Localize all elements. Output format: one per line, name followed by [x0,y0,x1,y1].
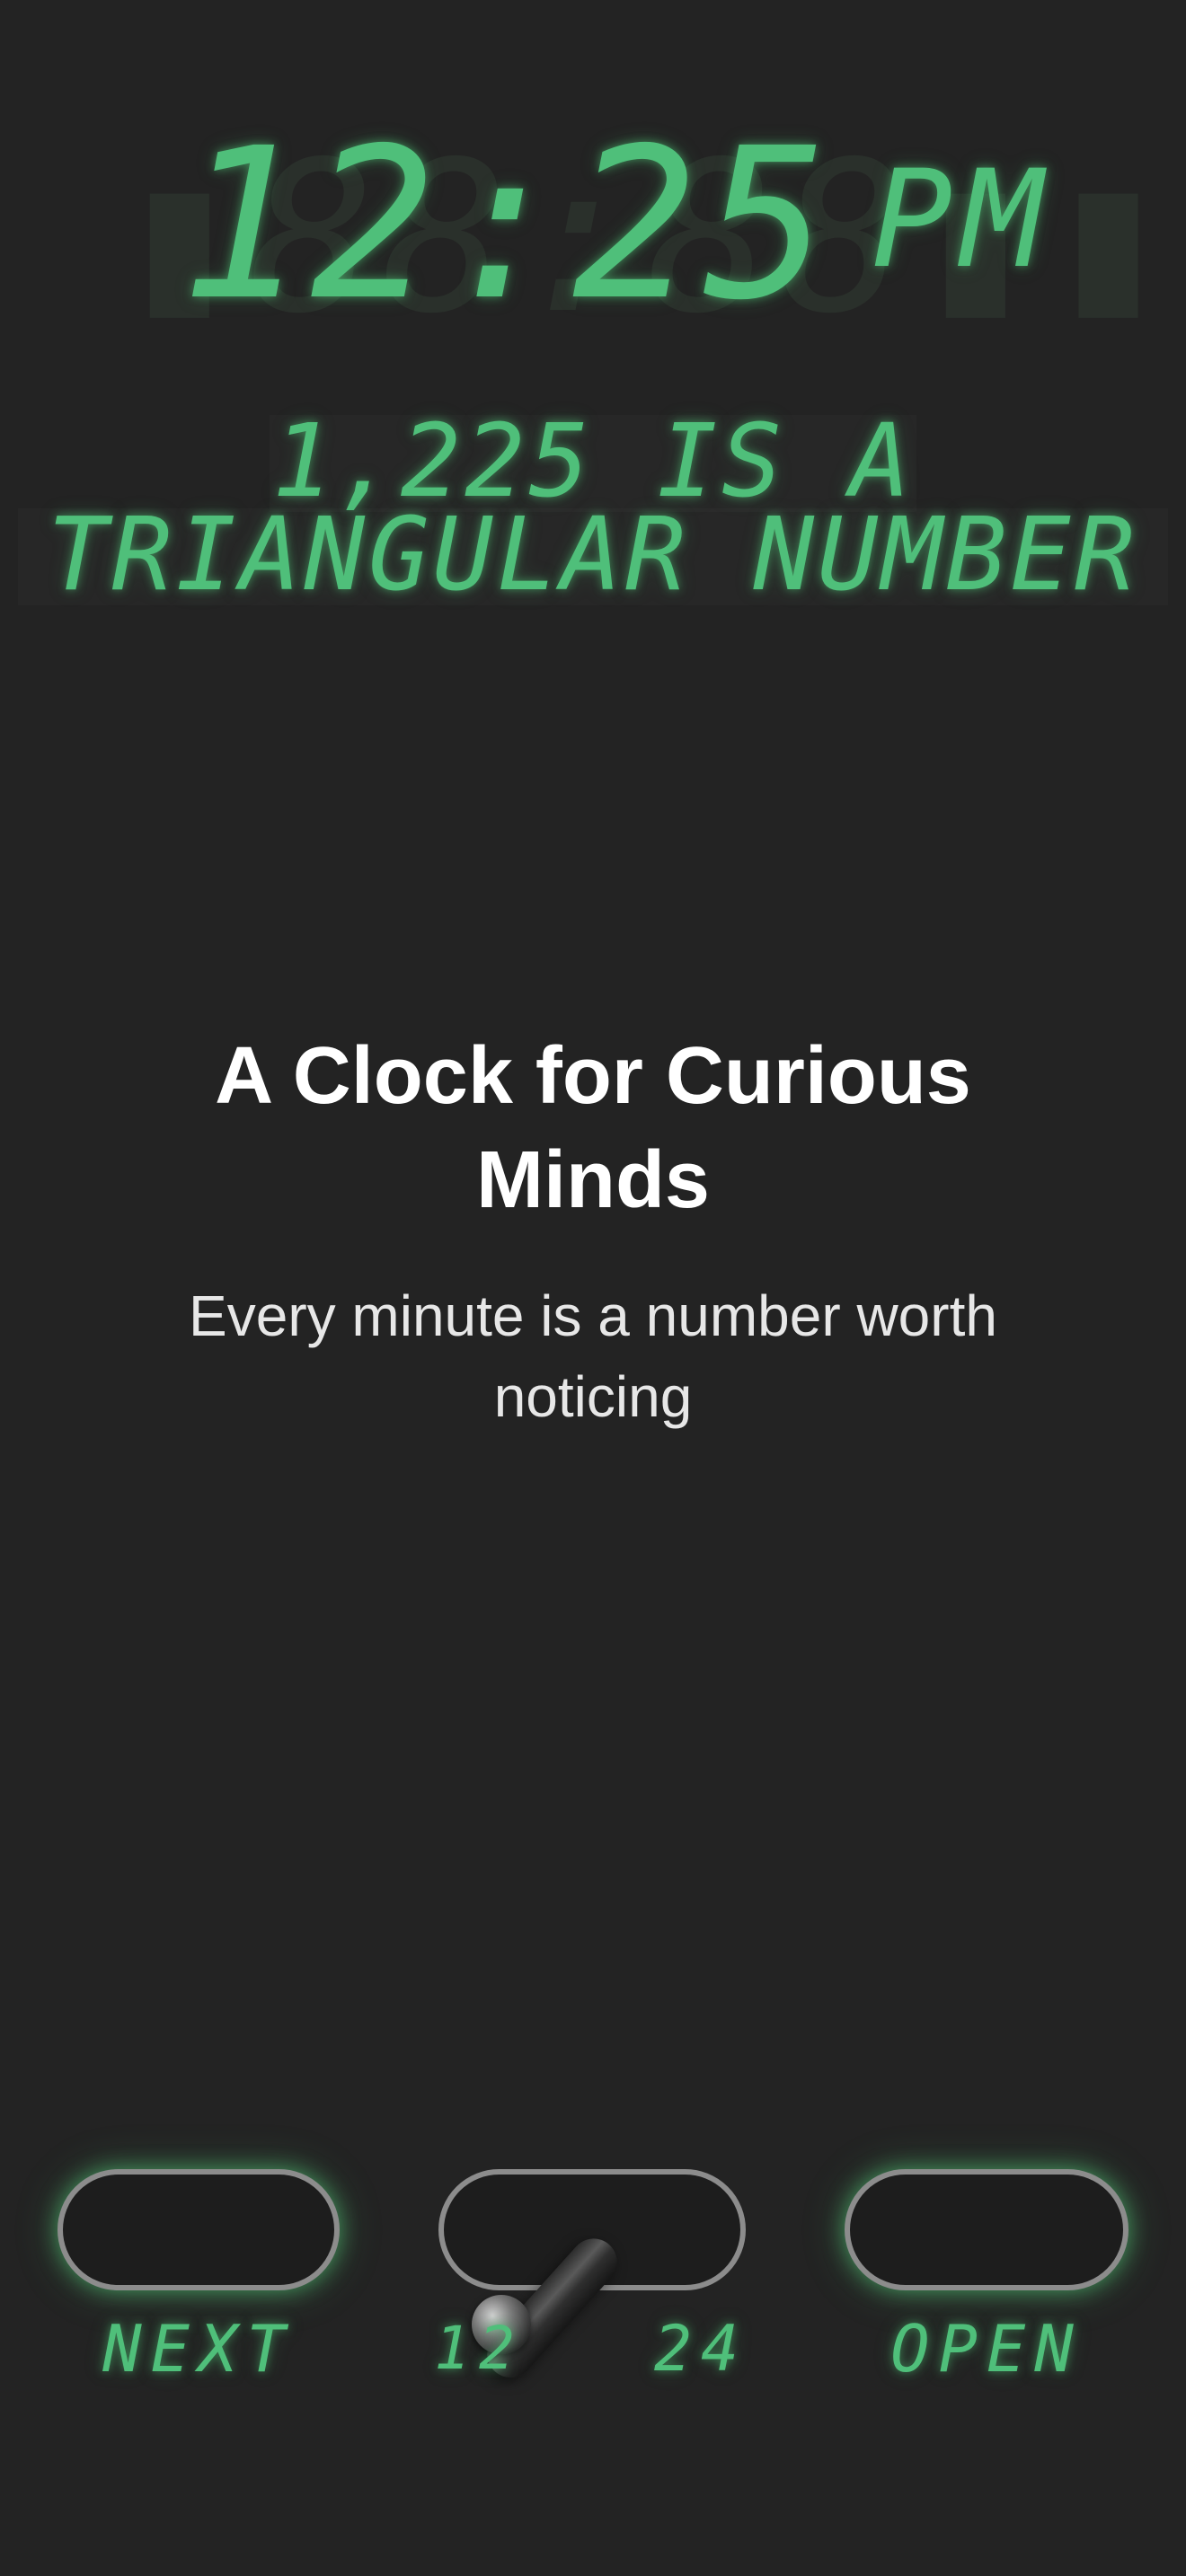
clock-time: 12:25 [180,103,835,346]
open-label: OPEN [890,2311,1083,2386]
headline-title: A Clock for Curious Minds [215,1031,971,1225]
next-button[interactable] [58,2169,340,2290]
toggle-12-label: 12 [434,2314,524,2383]
toggle-24-label: 24 [653,2312,748,2386]
open-button[interactable] [845,2169,1128,2290]
lcd-clock: ▮88:88▮▮ 12:25 PM [117,103,1171,359]
next-label: NEXT [102,2311,295,2386]
clock-ampm: PM [872,142,1052,298]
number-fact-line-2: TRIANGULAR NUMBER [47,497,1139,613]
headline-subtitle: Every minute is a number worth noticing [189,1284,997,1429]
